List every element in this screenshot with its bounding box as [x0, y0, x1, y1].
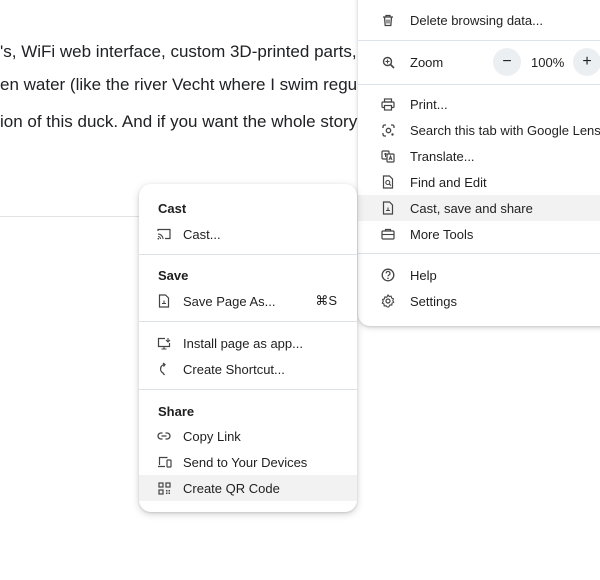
- menu-item-label: Cast...: [183, 226, 221, 242]
- menu-item-send-to-devices[interactable]: Send to Your Devices: [139, 449, 357, 475]
- link-icon: [156, 428, 172, 444]
- menu-item-label: Delete browsing data...: [410, 12, 543, 28]
- menu-item-label: Save Page As...: [183, 293, 276, 309]
- menu-item-label: Send to Your Devices: [183, 454, 308, 470]
- menu-item-label: Install page as app...: [183, 335, 303, 351]
- section-title-save: Save: [158, 268, 189, 283]
- menu-item-google-lens[interactable]: Search this tab with Google Lens: [358, 117, 600, 143]
- menu-item-label: Create QR Code: [183, 480, 280, 496]
- google-lens-icon: [380, 122, 396, 138]
- menu-item-more-tools[interactable]: More Tools: [358, 221, 600, 247]
- menu-item-translate[interactable]: Translate...: [358, 143, 600, 169]
- section-title-share: Share: [158, 404, 195, 419]
- toolbox-icon: [380, 226, 396, 242]
- menu-item-copy-link[interactable]: Copy Link: [139, 423, 357, 449]
- menu-item-create-qr-code[interactable]: Create QR Code: [139, 475, 357, 501]
- menu-separator: [358, 253, 600, 254]
- menu-item-cast-save-share[interactable]: Cast, save and share: [358, 195, 600, 221]
- menu-item-label: Create Shortcut...: [183, 361, 285, 377]
- article-text-line-1: 's, WiFi web interface, custom 3D-printe…: [0, 42, 384, 61]
- article-text-line-3: ion of this duck. And if you want the wh…: [0, 112, 376, 131]
- menu-separator: [139, 254, 357, 255]
- menu-item-create-shortcut[interactable]: Create Shortcut...: [139, 356, 357, 382]
- menu-item-install-page-as-app[interactable]: Install page as app...: [139, 330, 357, 356]
- zoom-out-button[interactable]: −: [493, 48, 521, 76]
- menu-item-label: Search this tab with Google Lens: [410, 122, 600, 138]
- menu-item-print[interactable]: Print...: [358, 91, 600, 117]
- find-icon: [380, 174, 396, 190]
- menu-item-label: Print...: [410, 96, 448, 112]
- menu-item-delete-browsing-data[interactable]: Delete browsing data...: [358, 7, 600, 33]
- zoom-in-button[interactable]: +: [573, 48, 600, 76]
- install-app-icon: [156, 335, 172, 351]
- qr-code-icon: [156, 480, 172, 496]
- zoom-level: 100%: [531, 55, 565, 70]
- help-icon: [380, 267, 396, 283]
- cast-save-share-submenu: Cast Cast... Save Save Page As... ⌘S Ins…: [139, 184, 357, 512]
- cast-icon: [156, 226, 172, 242]
- menu-item-label: More Tools: [410, 226, 474, 242]
- menu-separator: [139, 321, 357, 322]
- menu-item-label: Find and Edit: [410, 174, 487, 190]
- section-title-cast: Cast: [158, 201, 187, 216]
- menu-item-label: Translate...: [410, 148, 475, 164]
- save-page-icon: [156, 293, 172, 309]
- zoom-icon: [380, 54, 396, 70]
- translate-icon: [380, 148, 396, 164]
- shortcut-icon: [156, 361, 172, 377]
- article-text-line-2: en water (like the river Vecht where I s…: [0, 75, 380, 94]
- menu-separator: [139, 389, 357, 390]
- menu-item-label: Cast, save and share: [410, 200, 533, 216]
- cast-save-share-icon: [380, 200, 396, 216]
- menu-separator: [358, 84, 600, 85]
- menu-separator: [358, 40, 600, 41]
- menu-item-cast[interactable]: Cast...: [139, 221, 357, 247]
- menu-item-help[interactable]: Help: [358, 262, 600, 288]
- menu-item-find-and-edit[interactable]: Find and Edit: [358, 169, 600, 195]
- trash-icon: [380, 12, 396, 28]
- chrome-main-menu: Delete browsing data... Zoom − 100% + Pr…: [358, 0, 600, 326]
- keyboard-shortcut: ⌘S: [315, 293, 337, 308]
- menu-item-settings[interactable]: Settings: [358, 288, 600, 314]
- zoom-label: Zoom: [410, 54, 444, 70]
- menu-item-label: Copy Link: [183, 428, 241, 444]
- menu-item-label: Settings: [410, 293, 457, 309]
- devices-icon: [156, 454, 172, 470]
- menu-item-save-page-as[interactable]: Save Page As... ⌘S: [139, 288, 357, 314]
- menu-item-label: Help: [410, 267, 437, 283]
- printer-icon: [380, 96, 396, 112]
- article-divider: [0, 216, 140, 217]
- gear-icon: [380, 293, 396, 309]
